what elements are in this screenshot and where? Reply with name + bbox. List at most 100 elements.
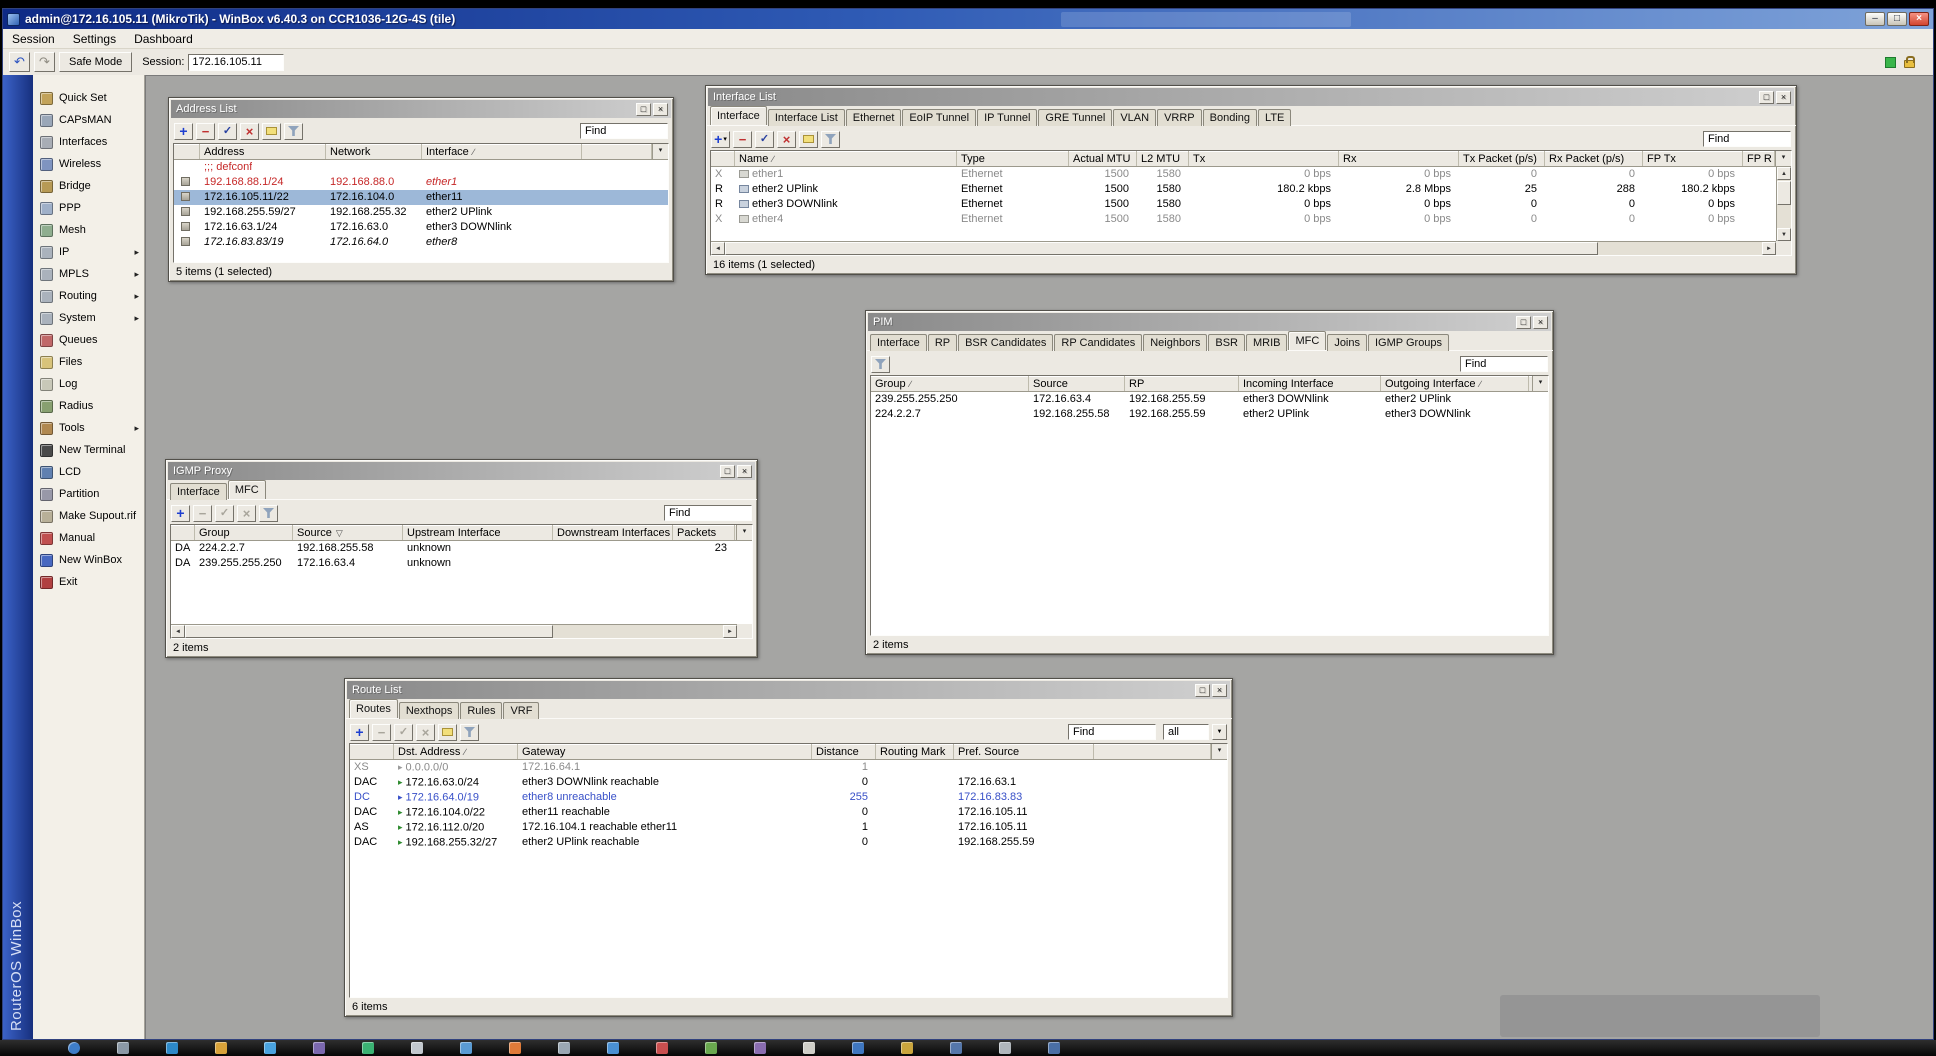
taskbar-app-4[interactable] — [215, 1042, 227, 1054]
column-header-tx[interactable]: Tx — [1189, 151, 1339, 166]
maximize-button[interactable]: □ — [1887, 12, 1907, 26]
sidebar-item-mesh[interactable]: Mesh — [33, 219, 144, 241]
tab-mfc[interactable]: MFC — [1288, 331, 1326, 350]
tab-mfc[interactable]: MFC — [228, 480, 266, 499]
add-icon[interactable]: + — [350, 724, 369, 741]
tab-interface[interactable]: Interface — [710, 106, 767, 125]
taskbar-app-21[interactable] — [1048, 1042, 1060, 1054]
disable-icon[interactable]: × — [240, 123, 259, 140]
column-header-network[interactable]: Network — [326, 144, 422, 159]
address-list-titlebar[interactable]: Address List □ × — [171, 100, 671, 118]
sidebar-item-bridge[interactable]: Bridge — [33, 175, 144, 197]
route-filter-select[interactable]: all — [1163, 724, 1209, 740]
taskbar-app-5[interactable] — [264, 1042, 276, 1054]
pim-titlebar[interactable]: PIM □ × — [868, 313, 1551, 331]
close-button[interactable]: × — [1909, 12, 1929, 26]
sidebar-item-exit[interactable]: Exit — [33, 571, 144, 593]
taskbar-app-15[interactable] — [754, 1042, 766, 1054]
tab-interface-list[interactable]: Interface List — [768, 109, 845, 126]
tab-bsr[interactable]: BSR — [1208, 334, 1245, 351]
find-input[interactable]: Find — [664, 505, 752, 521]
horizontal-scrollbar[interactable]: ◄ ► — [711, 241, 1776, 255]
pim-mfc-row[interactable]: 224.2.2.7192.168.255.58192.168.255.59eth… — [871, 407, 1548, 422]
column-header-routing-mark[interactable]: Routing Mark — [876, 744, 954, 759]
column-header-name[interactable]: Name∕ — [735, 151, 957, 166]
sidebar-item-tools[interactable]: Tools▸ — [33, 417, 144, 439]
tab-ip-tunnel[interactable]: IP Tunnel — [977, 109, 1037, 126]
tab-vrrp[interactable]: VRRP — [1157, 109, 1202, 126]
column-header-distance[interactable]: Distance — [812, 744, 876, 759]
find-input[interactable]: Find — [1068, 724, 1156, 740]
tab-vrf[interactable]: VRF — [503, 702, 539, 719]
taskbar-app-12[interactable] — [607, 1042, 619, 1054]
close-icon[interactable]: × — [1776, 91, 1791, 104]
column-header-flags[interactable] — [582, 144, 652, 159]
sidebar-item-interfaces[interactable]: Interfaces — [33, 131, 144, 153]
address-row[interactable]: 172.16.63.1/24172.16.63.0ether3 DOWNlink — [174, 220, 668, 235]
column-header-outgoing-interface[interactable]: Outgoing Interface∕ — [1381, 376, 1529, 391]
column-header-flags[interactable] — [711, 151, 735, 166]
tab-routes[interactable]: Routes — [349, 699, 398, 718]
close-icon[interactable]: × — [1533, 316, 1548, 329]
remove-icon[interactable]: − — [196, 123, 215, 140]
tab-ethernet[interactable]: Ethernet — [846, 109, 902, 126]
close-icon[interactable]: × — [737, 465, 752, 478]
undo-button[interactable]: ↶ — [9, 52, 30, 72]
route-row[interactable]: XS▸0.0.0.0/0172.16.64.11 — [350, 760, 1227, 775]
tab-rp[interactable]: RP — [928, 334, 957, 351]
add-icon[interactable]: + — [171, 505, 190, 522]
sidebar-item-files[interactable]: Files — [33, 351, 144, 373]
address-row[interactable]: 192.168.255.59/27192.168.255.32ether2 UP… — [174, 205, 668, 220]
column-header-dst-address[interactable]: Dst. Address∕ — [394, 744, 518, 759]
tab-vlan[interactable]: VLAN — [1113, 109, 1156, 126]
column-select-icon[interactable]: ▾ — [1211, 744, 1227, 759]
taskbar-app-8[interactable] — [411, 1042, 423, 1054]
taskbar-app-19[interactable] — [950, 1042, 962, 1054]
column-select-icon[interactable]: ▾ — [736, 525, 752, 540]
igmp-mfc-row[interactable]: DA224.2.2.7192.168.255.58unknown23 — [171, 541, 752, 556]
pim-mfc-row[interactable]: 239.255.255.250172.16.63.4192.168.255.59… — [871, 392, 1548, 407]
column-header-pref-source[interactable]: Pref. Source — [954, 744, 1094, 759]
sidebar-item-quick-set[interactable]: Quick Set — [33, 87, 144, 109]
column-select-icon[interactable]: ▾ — [1532, 376, 1548, 391]
taskbar-app-20[interactable] — [999, 1042, 1011, 1054]
vertical-scrollbar[interactable]: ▲ ▼ — [1776, 167, 1791, 241]
column-header-gateway[interactable]: Gateway — [518, 744, 812, 759]
taskbar-app-3[interactable] — [166, 1042, 178, 1054]
restore-button[interactable]: □ — [1516, 316, 1531, 329]
sidebar-item-radius[interactable]: Radius — [33, 395, 144, 417]
column-header-rx-packet-p-s[interactable]: Rx Packet (p/s) — [1545, 151, 1643, 166]
comment-icon[interactable] — [262, 123, 281, 140]
interface-row[interactable]: Xether4Ethernet150015800 bps0 bps000 bps — [711, 212, 1776, 227]
taskbar-app-10[interactable] — [509, 1042, 521, 1054]
close-icon[interactable]: × — [1212, 684, 1227, 697]
column-header-upstream-interface[interactable]: Upstream Interface — [403, 525, 553, 540]
taskbar-app-16[interactable] — [803, 1042, 815, 1054]
address-row[interactable]: 172.16.105.11/22172.16.104.0ether11 — [174, 190, 668, 205]
tab-rp-candidates[interactable]: RP Candidates — [1054, 334, 1142, 351]
tab-bsr-candidates[interactable]: BSR Candidates — [958, 334, 1053, 351]
column-header-group[interactable]: Group∕ — [871, 376, 1029, 391]
address-comment-row[interactable]: ;;; defconf — [174, 160, 668, 175]
column-header-interface[interactable]: Interface∕ — [422, 144, 582, 159]
filter-icon[interactable] — [821, 131, 840, 148]
sidebar-item-lcd[interactable]: LCD — [33, 461, 144, 483]
column-header-flags[interactable] — [171, 525, 195, 540]
address-row[interactable]: 192.168.88.1/24192.168.88.0ether1 — [174, 175, 668, 190]
route-row[interactable]: DAC▸172.16.104.0/22ether11 reachable0172… — [350, 805, 1227, 820]
column-header-flags[interactable] — [174, 144, 200, 159]
restore-button[interactable]: □ — [1759, 91, 1774, 104]
scroll-right-icon[interactable]: ► — [723, 625, 737, 638]
find-input[interactable]: Find — [580, 123, 668, 139]
column-header-downstream-interfaces[interactable]: Downstream Interfaces — [553, 525, 673, 540]
taskbar-app-14[interactable] — [705, 1042, 717, 1054]
comment-icon[interactable] — [438, 724, 457, 741]
safe-mode-button[interactable]: Safe Mode — [59, 52, 132, 72]
comment-icon[interactable] — [799, 131, 818, 148]
restore-button[interactable]: □ — [720, 465, 735, 478]
horizontal-scrollbar[interactable]: ◄ ► — [171, 624, 737, 638]
sidebar-item-partition[interactable]: Partition — [33, 483, 144, 505]
tab-interface[interactable]: Interface — [870, 334, 927, 351]
scrollbar-thumb[interactable] — [1777, 181, 1791, 205]
column-header-actual-mtu[interactable]: Actual MTU — [1069, 151, 1137, 166]
